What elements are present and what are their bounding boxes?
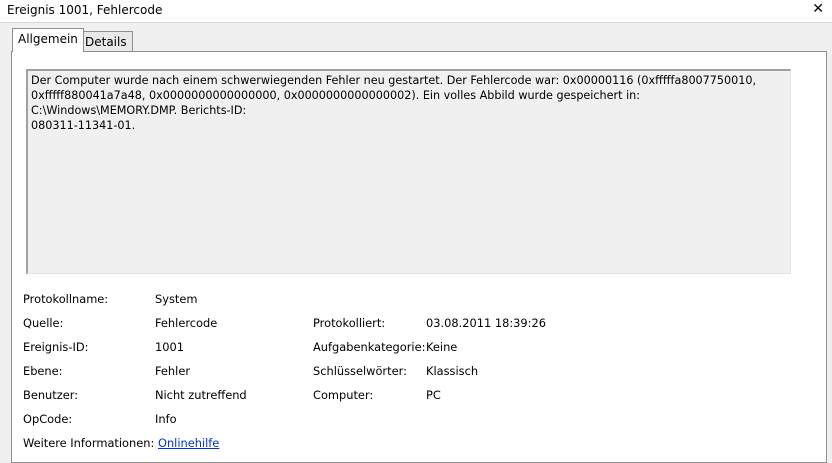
protokollname-value: System	[155, 292, 198, 306]
aufgabenkategorie-label: Aufgabenkategorie:	[313, 340, 426, 354]
close-icon[interactable]: ✕	[812, 1, 824, 17]
quelle-value: Fehlercode	[155, 316, 218, 330]
event-message-box[interactable]: Der Computer wurde nach einem schwerwieg…	[26, 69, 791, 274]
ebene-label: Ebene:	[23, 364, 63, 378]
tab-details[interactable]: Details	[79, 31, 133, 52]
ereignis-id-label: Ereignis-ID:	[23, 340, 89, 354]
weitere-informationen-label: Weitere Informationen:	[23, 436, 155, 450]
aufgabenkategorie-value: Keine	[426, 340, 458, 354]
title-bar: Ereignis 1001, Fehlercode ✕	[0, 0, 832, 23]
tab-allgemein[interactable]: Allgemein	[12, 28, 84, 52]
schluesselwoerter-value: Klassisch	[426, 364, 479, 378]
benutzer-label: Benutzer:	[23, 388, 79, 402]
ereignis-id-value: 1001	[155, 340, 184, 354]
general-panel: Der Computer wurde nach einem schwerwieg…	[11, 51, 827, 463]
benutzer-value: Nicht zutreffend	[155, 388, 247, 402]
computer-label: Computer:	[313, 388, 374, 402]
opcode-value: Info	[155, 412, 177, 426]
schluesselwoerter-label: Schlüsselwörter:	[313, 364, 407, 378]
protokolliert-label: Protokolliert:	[313, 316, 386, 330]
window-title: Ereignis 1001, Fehlercode	[7, 3, 163, 17]
computer-value: PC	[426, 388, 441, 402]
ebene-value: Fehler	[155, 364, 191, 378]
quelle-label: Quelle:	[23, 316, 64, 330]
protokollname-label: Protokollname:	[23, 292, 109, 306]
protokolliert-value: 03.08.2011 18:39:26	[426, 316, 546, 330]
onlinehilfe-link[interactable]: Onlinehilfe	[158, 436, 219, 450]
opcode-label: OpCode:	[23, 412, 73, 426]
